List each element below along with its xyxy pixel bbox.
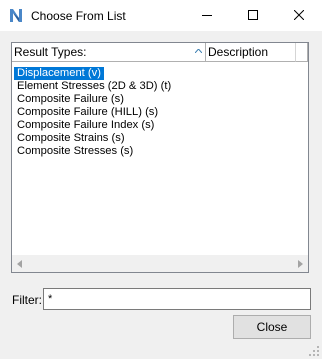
result-types-list[interactable]: Result Types: Description Displacement (… — [11, 42, 309, 273]
column-header-result-types[interactable]: Result Types: — [12, 43, 206, 62]
column-header-description[interactable]: Description — [206, 43, 296, 62]
close-icon — [294, 10, 304, 20]
list-item[interactable]: Displacement (v) — [14, 67, 104, 80]
close-button[interactable]: Close — [233, 315, 311, 339]
title-bar[interactable]: Choose From List — [0, 0, 322, 31]
list-item[interactable]: Composite Failure Index (s) — [14, 119, 174, 132]
scroll-left-icon[interactable] — [17, 260, 22, 268]
scroll-right-icon[interactable] — [298, 260, 303, 268]
close-window-button[interactable] — [276, 0, 322, 31]
sort-ascending-icon — [195, 49, 202, 53]
column-label: Result Types: — [14, 45, 87, 59]
list-item[interactable]: Element Stresses (2D & 3D) (t) — [14, 80, 174, 93]
list-rows: Displacement (v) Element Stresses (2D & … — [14, 65, 174, 158]
horizontal-scrollbar[interactable] — [12, 255, 308, 272]
column-label: Description — [208, 45, 269, 59]
nx-logo-icon — [9, 8, 23, 23]
resize-grip-icon[interactable] — [309, 346, 319, 356]
filter-input[interactable] — [43, 288, 311, 310]
maximize-button[interactable] — [230, 0, 276, 31]
list-item[interactable]: Composite Stresses (s) — [14, 145, 174, 158]
list-item[interactable]: Composite Strains (s) — [14, 132, 174, 145]
minimize-button[interactable] — [184, 0, 230, 31]
minimize-icon — [202, 15, 212, 16]
maximize-icon — [248, 10, 258, 20]
list-item[interactable]: Composite Failure (s) — [14, 93, 174, 106]
list-item[interactable]: Composite Failure (HILL) (s) — [14, 106, 174, 119]
filter-label: Filter: — [12, 293, 42, 307]
window-title: Choose From List — [31, 9, 126, 23]
column-header-filler — [296, 43, 308, 62]
